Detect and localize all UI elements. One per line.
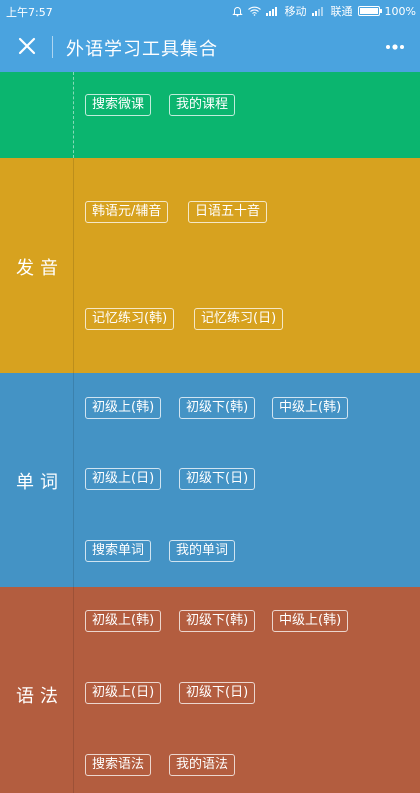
more-menu-icon[interactable] xyxy=(384,39,406,55)
grammar-beginner2-korean-button[interactable]: 初级下(韩) xyxy=(179,610,256,632)
signal-icon-2 xyxy=(311,7,323,16)
vocabulary-label: 单词 xyxy=(16,472,64,493)
status-bar: 上午7:57 移动 联通 100% xyxy=(0,0,420,22)
grammar-section: 语法 初级上(韩) 初级下(韩) 中级上(韩) 初级上(日) 初级下(日) 搜索… xyxy=(0,587,420,793)
alarm-icon xyxy=(231,6,243,16)
my-courses-button[interactable]: 我的课程 xyxy=(169,94,236,116)
grammar-intermediate1-korean-button[interactable]: 中级上(韩) xyxy=(272,610,349,632)
japanese-kana-button[interactable]: 日语五十音 xyxy=(188,201,268,223)
vocab-intermediate1-korean-button[interactable]: 中级上(韩) xyxy=(272,397,349,419)
vocab-beginner2-korean-button[interactable]: 初级下(韩) xyxy=(179,397,256,419)
grammar-beginner1-japanese-button[interactable]: 初级上(日) xyxy=(85,682,162,704)
carrier-2: 联通 xyxy=(330,5,353,18)
search-words-button[interactable]: 搜索单词 xyxy=(85,540,152,562)
search-course-button[interactable]: 搜索微课 xyxy=(85,94,152,116)
battery-icon xyxy=(357,6,382,16)
status-time: 上午7:57 xyxy=(6,6,53,19)
memory-practice-japanese-button[interactable]: 记忆练习(日) xyxy=(194,308,284,330)
my-grammar-button[interactable]: 我的语法 xyxy=(169,754,236,776)
page-title: 外语学习工具集合 xyxy=(66,39,218,60)
my-words-button[interactable]: 我的单词 xyxy=(169,540,236,562)
vocab-beginner1-japanese-button[interactable]: 初级上(日) xyxy=(85,468,162,490)
close-icon[interactable] xyxy=(16,35,38,57)
vocabulary-section: 单词 初级上(韩) 初级下(韩) 中级上(韩) 初级上(日) 初级下(日) 搜索… xyxy=(0,373,420,587)
memory-practice-korean-button[interactable]: 记忆练习(韩) xyxy=(85,308,175,330)
grammar-beginner2-japanese-button[interactable]: 初级下(日) xyxy=(179,682,256,704)
signal-icon-1 xyxy=(265,7,277,16)
korean-vowels-consonants-button[interactable]: 韩语元/辅音 xyxy=(85,201,169,223)
grammar-label: 语法 xyxy=(16,686,64,707)
wifi-icon xyxy=(247,6,261,16)
pronunciation-section: 发音 韩语元/辅音 日语五十音 记忆练习(韩) 记忆练习(日) xyxy=(0,158,420,373)
status-right: 移动 联通 100% xyxy=(231,3,416,19)
vocab-beginner2-japanese-button[interactable]: 初级下(日) xyxy=(179,468,256,490)
top-section-left-column xyxy=(0,72,74,158)
battery-level: 100% xyxy=(384,4,416,18)
grammar-beginner1-korean-button[interactable]: 初级上(韩) xyxy=(85,610,162,632)
title-divider xyxy=(52,36,53,58)
top-section: 搜索微课 我的课程 xyxy=(0,72,420,158)
vocab-beginner1-korean-button[interactable]: 初级上(韩) xyxy=(85,397,162,419)
carrier-1: 移动 xyxy=(284,5,307,18)
title-bar: 外语学习工具集合 xyxy=(0,22,420,72)
search-grammar-button[interactable]: 搜索语法 xyxy=(85,754,152,776)
pronunciation-label: 发音 xyxy=(16,258,64,279)
